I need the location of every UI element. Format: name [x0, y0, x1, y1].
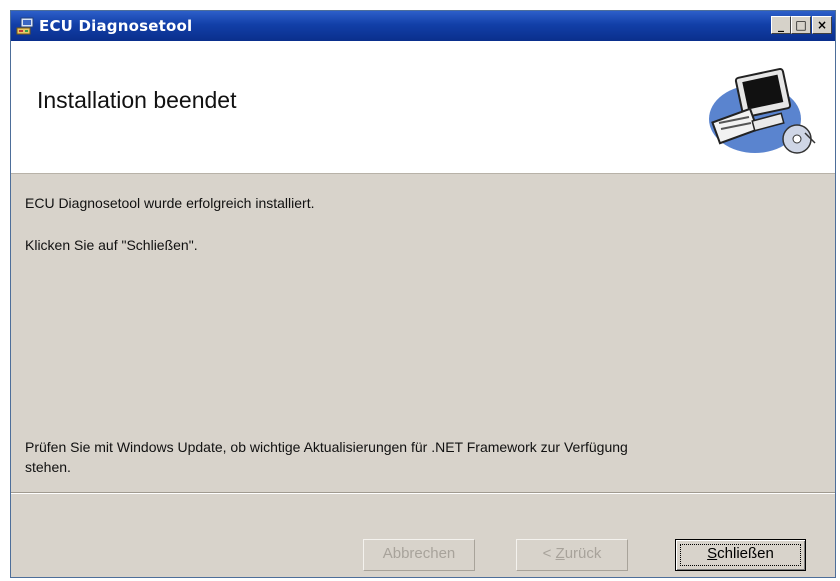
minimize-button[interactable]: _: [771, 16, 791, 34]
page-title: Installation beendet: [37, 87, 237, 113]
installer-window: ECU Diagnosetool _ □ × Installation been…: [10, 10, 836, 578]
footer-divider: [11, 492, 835, 494]
update-hint-line2: stehen.: [25, 459, 71, 475]
back-button[interactable]: < Zurück: [516, 539, 628, 571]
success-message: ECU Diagnosetool wurde erfolgreich insta…: [25, 195, 315, 211]
instruction-text: Klicken Sie auf "Schließen".: [25, 237, 198, 253]
update-hint-line1: Prüfen Sie mit Windows Update, ob wichti…: [25, 439, 628, 455]
title-bar[interactable]: ECU Diagnosetool _ □ ×: [11, 11, 835, 41]
window-title: ECU Diagnosetool: [39, 17, 193, 35]
focus-rectangle: [680, 544, 801, 566]
close-button[interactable]: Schließen: [675, 539, 806, 571]
app-icon: [16, 17, 34, 35]
wizard-header: Installation beendet: [11, 41, 835, 174]
maximize-button[interactable]: □: [791, 16, 811, 34]
computer-setup-icon: [709, 68, 816, 154]
close-window-button[interactable]: ×: [812, 16, 832, 34]
cancel-button[interactable]: Abbrechen: [363, 539, 475, 571]
